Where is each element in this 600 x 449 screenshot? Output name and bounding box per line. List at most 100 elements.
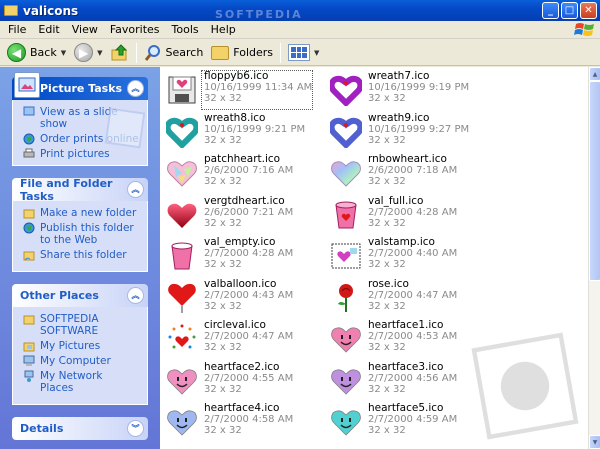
details-header[interactable]: Details ︾	[12, 417, 148, 440]
back-button[interactable]: ◀ Back ▼	[3, 42, 70, 64]
forward-arrow-icon: ▶	[74, 43, 94, 62]
menu-view[interactable]: View	[66, 23, 104, 36]
file-dimensions: 32 x 32	[204, 300, 242, 312]
menu-favorites[interactable]: Favorites	[104, 23, 166, 36]
file-item[interactable]: val_full.ico 2/7/2000 4:28 AM 32 x 32	[326, 195, 496, 234]
back-arrow-icon: ◀	[7, 43, 26, 62]
picture-watermark-icon	[104, 107, 146, 149]
menu-file[interactable]: File	[2, 23, 32, 36]
stamp-icon	[326, 237, 366, 275]
scroll-thumb[interactable]	[589, 81, 600, 281]
other-places-header[interactable]: Other Places ︽	[12, 284, 148, 307]
file-item[interactable]: heartface5.ico 2/7/2000 4:59 AM 32 x 32	[326, 403, 496, 441]
task-share-folder[interactable]: Share this folder	[23, 249, 139, 261]
file-dimensions: 32 x 32	[204, 342, 242, 353]
file-info: heartface4.ico 2/7/2000 4:58 AM 32 x 32	[202, 403, 293, 441]
minimize-button[interactable]: _	[542, 2, 559, 19]
place-my-pictures[interactable]: My Pictures	[23, 340, 139, 352]
place-my-computer[interactable]: My Computer	[23, 355, 139, 367]
picture-tasks-panel: Picture Tasks ︽ View as a slide show Ord…	[12, 72, 148, 166]
file-item[interactable]: val_empty.ico 2/7/2000 4:28 AM 32 x 32	[162, 237, 332, 275]
task-print-pictures[interactable]: Print pictures	[23, 148, 139, 160]
up-folder-button[interactable]	[107, 42, 133, 64]
file-item[interactable]: wreath8.ico 10/16/1999 9:21 PM 32 x 32	[162, 112, 332, 151]
expand-chevron-icon[interactable]: ︾	[127, 420, 144, 437]
file-date: 2/7/2000 4:43 AM	[204, 289, 294, 301]
heart-face-icon	[326, 320, 366, 358]
file-name: rnbowheart.ico	[368, 153, 447, 165]
file-item[interactable]: floppyb6.ico 10/16/1999 11:34 AM 32 x 32	[162, 70, 332, 110]
file-item[interactable]: vergtdheart.ico 2/6/2000 7:21 AM 32 x 32	[162, 195, 332, 234]
chevron-down-icon: ▼	[97, 48, 103, 57]
file-item[interactable]: heartface4.ico 2/7/2000 4:58 AM 32 x 32	[162, 403, 332, 441]
file-info: wreath9.ico 10/16/1999 9:27 PM 32 x 32	[366, 112, 469, 151]
details-panel: Details ︾	[12, 417, 148, 440]
file-dimensions: 32 x 32	[368, 425, 406, 436]
file-dimensions: 32 x 32	[368, 176, 406, 187]
file-item[interactable]: valballoon.ico 2/7/2000 4:43 AM 32 x 32	[162, 278, 332, 317]
printer-icon	[23, 148, 35, 158]
file-dimensions: 32 x 32	[204, 259, 242, 270]
scroll-down-button[interactable]: ▼	[589, 435, 600, 449]
file-dimensions: 32 x 32	[204, 383, 242, 395]
folder-icon	[23, 315, 35, 325]
maximize-button[interactable]: □	[561, 2, 578, 19]
picture-tasks-header[interactable]: Picture Tasks ︽	[12, 72, 148, 100]
file-name: heartface3.ico	[368, 360, 444, 373]
task-new-folder[interactable]: Make a new folder	[23, 207, 139, 219]
back-label: Back	[30, 46, 57, 59]
share-folder-icon	[23, 251, 35, 261]
folders-button[interactable]: Folders	[207, 42, 277, 64]
search-label: Search	[165, 46, 204, 59]
file-item[interactable]: rose.ico 2/7/2000 4:47 AM 32 x 32	[326, 278, 496, 317]
file-item[interactable]: heartface2.ico 2/7/2000 4:55 AM 32 x 32	[162, 360, 332, 400]
heart-face-icon	[162, 362, 202, 400]
menu-edit[interactable]: Edit	[32, 23, 65, 36]
close-button[interactable]: ✕	[580, 2, 597, 19]
file-name: heartface2.ico	[204, 360, 280, 373]
file-item[interactable]: heartface3.ico 2/7/2000 4:56 AM 32 x 32	[326, 360, 496, 400]
file-item[interactable]: wreath9.ico 10/16/1999 9:27 PM 32 x 32	[326, 112, 496, 151]
collapse-chevron-icon[interactable]: ︽	[127, 181, 144, 198]
menu-tools[interactable]: Tools	[166, 23, 205, 36]
file-info: rnbowheart.ico 2/6/2000 7:18 AM 32 x 32	[366, 154, 457, 192]
views-button[interactable]: ▼	[284, 42, 323, 64]
file-dimensions: 32 x 32	[368, 342, 406, 353]
file-info: heartface5.ico 2/7/2000 4:59 AM 32 x 32	[366, 403, 457, 441]
task-publish-web[interactable]: Publish this folder to the Web	[23, 222, 139, 246]
views-icon	[288, 44, 311, 61]
file-info: heartface3.ico 2/7/2000 4:56 AM 32 x 32	[366, 360, 457, 400]
up-folder-icon	[111, 43, 127, 60]
menu-help[interactable]: Help	[205, 23, 242, 36]
file-name: heartface1.ico	[368, 319, 444, 331]
rose-icon	[326, 279, 366, 317]
softpedia-watermark: SOFTPEDIA	[215, 8, 303, 21]
collapse-chevron-icon[interactable]: ︽	[127, 80, 144, 97]
place-my-network-places[interactable]: My Network Places	[23, 370, 139, 394]
vertical-scrollbar[interactable]: ▲ ▼	[588, 67, 600, 449]
file-info: heartface2.ico 2/7/2000 4:55 AM 32 x 32	[202, 360, 293, 400]
file-folder-tasks-header[interactable]: File and Folder Tasks ︽	[12, 177, 148, 203]
file-info: patchheart.ico 2/6/2000 7:16 AM 32 x 32	[202, 154, 293, 192]
file-item[interactable]: valstamp.ico 2/7/2000 4:40 AM 32 x 32	[326, 237, 496, 275]
place-softpedia-software[interactable]: SOFTPEDIA SOFTWARE	[23, 313, 139, 337]
file-item[interactable]: circleval.ico 2/7/2000 4:47 AM 32 x 32	[162, 320, 332, 358]
file-item[interactable]: rnbowheart.ico 2/6/2000 7:18 AM 32 x 32	[326, 154, 496, 192]
file-item[interactable]: heartface1.ico 2/7/2000 4:53 AM 32 x 32	[326, 320, 496, 358]
file-dimensions: 32 x 32	[368, 300, 406, 312]
forward-button[interactable]: ▶ ▼	[70, 42, 106, 64]
scroll-up-button[interactable]: ▲	[589, 67, 600, 81]
chevron-down-icon: ▼	[60, 48, 67, 57]
window-title: valicons	[23, 3, 79, 18]
gradient-heart-icon	[162, 196, 202, 234]
file-info: vergtdheart.ico 2/6/2000 7:21 AM 32 x 32	[202, 195, 293, 234]
file-item[interactable]: patchheart.ico 2/6/2000 7:16 AM 32 x 32	[162, 154, 332, 192]
collapse-chevron-icon[interactable]: ︽	[127, 287, 144, 304]
balloon-heart-icon	[162, 279, 202, 317]
search-button[interactable]: Search	[140, 42, 208, 64]
file-item[interactable]: wreath7.ico 10/16/1999 9:19 PM 32 x 32	[326, 71, 496, 109]
title-bar[interactable]: valicons SOFTPEDIA _ □ ✕	[0, 0, 600, 21]
cup-full-icon	[326, 196, 366, 234]
file-date: 2/7/2000 4:40 AM	[368, 248, 458, 259]
place-label: My Computer	[40, 355, 111, 367]
